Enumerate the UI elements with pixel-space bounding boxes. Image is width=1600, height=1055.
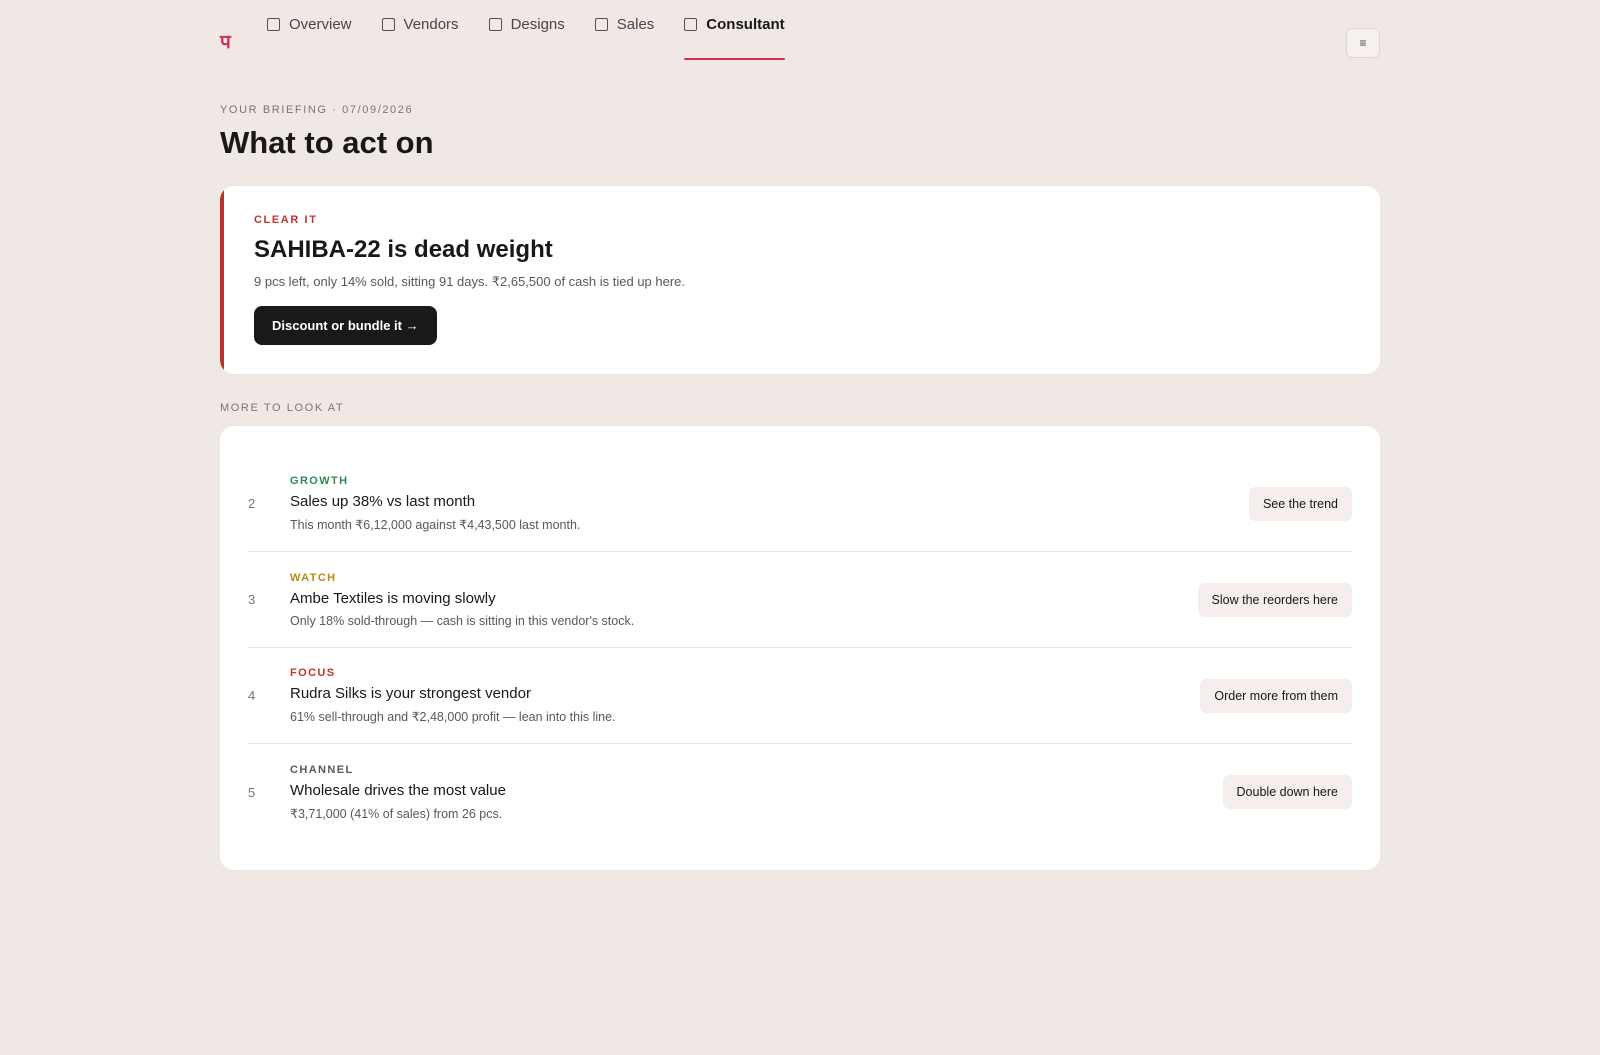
list-item: 3 WATCH Ambe Textiles is moving slowly O… — [248, 552, 1352, 648]
item-number: 3 — [248, 592, 256, 607]
item-body: FOCUS Rudra Silks is your strongest vend… — [290, 667, 1200, 724]
checkbox-icon — [381, 17, 395, 31]
item-body: CHANNEL Wholesale drives the most value … — [290, 764, 1223, 821]
tab-vendors[interactable]: Vendors — [381, 0, 459, 60]
item-description: Only 18% sold-through — cash is sitting … — [290, 613, 635, 628]
hero-action-card: CLEAR IT SAHIBA-22 is dead weight 9 pcs … — [220, 186, 1380, 374]
item-tag: FOCUS — [290, 667, 336, 679]
tab-label: Consultant — [706, 15, 785, 33]
menu-button[interactable]: ≡ — [1346, 28, 1380, 58]
item-number: 4 — [248, 688, 256, 703]
page: प Overview Vendors Designs Sales Consult… — [220, 0, 1380, 870]
order-more-button[interactable]: Order more from them — [1200, 678, 1352, 713]
list-item: 4 FOCUS Rudra Silks is your strongest ve… — [248, 648, 1352, 744]
hero-title: SAHIBA-22 is dead weight — [254, 236, 553, 263]
checkbox-icon — [594, 17, 608, 31]
item-description: ₹3,71,000 (41% of sales) from 26 pcs. — [290, 806, 503, 821]
page-title: What to act on — [220, 125, 434, 160]
hero-tag: CLEAR IT — [254, 214, 318, 226]
insights-list: 2 GROWTH Sales up 38% vs last month This… — [220, 426, 1380, 870]
double-down-button[interactable]: Double down here — [1222, 775, 1352, 809]
see-trend-button[interactable]: See the trend — [1248, 486, 1352, 521]
briefing-date: YOUR BRIEFING · 07/09/2026 — [220, 104, 414, 116]
tab-label: Vendors — [403, 15, 459, 33]
tab-label: Designs — [510, 15, 565, 33]
list-item: 5 CHANNEL Wholesale drives the most valu… — [248, 744, 1352, 840]
slow-reorders-button[interactable]: Slow the reorders here — [1197, 582, 1352, 617]
tab-consultant[interactable]: Consultant — [684, 0, 785, 60]
nav-tabs: Overview Vendors Designs Sales Consultan… — [267, 0, 815, 60]
tab-label: Sales — [616, 15, 655, 33]
item-number: 5 — [248, 784, 256, 800]
tab-label: Overview — [289, 15, 352, 33]
checkbox-icon — [267, 17, 280, 31]
item-title: Rudra Silks is your strongest vendor — [290, 685, 531, 702]
item-body: WATCH Ambe Textiles is moving slowly Onl… — [290, 572, 1198, 628]
tab-designs[interactable]: Designs — [488, 0, 565, 60]
item-tag: WATCH — [290, 571, 337, 584]
item-tag: GROWTH — [290, 475, 349, 487]
tab-sales[interactable]: Sales — [594, 0, 655, 60]
item-title: Sales up 38% vs last month — [290, 493, 476, 510]
discount-or-bundle-button[interactable]: Discount or bundle it → — [254, 306, 437, 345]
item-body: GROWTH Sales up 38% vs last month This m… — [290, 475, 1249, 532]
list-item: 2 GROWTH Sales up 38% vs last month This… — [248, 456, 1352, 552]
checkbox-icon — [488, 17, 502, 31]
checkbox-icon — [684, 17, 698, 31]
hamburger-icon: ≡ — [1359, 36, 1367, 50]
section-label: MORE TO LOOK AT — [220, 402, 345, 414]
item-description: 61% sell-through and ₹2,48,000 profit — … — [290, 710, 616, 724]
item-tag: CHANNEL — [290, 763, 354, 776]
item-title: Ambe Textiles is moving slowly — [290, 589, 496, 607]
hero-description: 9 pcs left, only 14% sold, sitting 91 da… — [254, 274, 686, 289]
item-title: Wholesale drives the most value — [290, 781, 506, 799]
top-nav: प Overview Vendors Designs Sales Consult… — [220, 0, 1380, 60]
tab-overview[interactable]: Overview — [267, 0, 352, 60]
item-description: This month ₹6,12,000 against ₹4,43,500 l… — [290, 518, 581, 532]
item-number: 2 — [248, 496, 256, 511]
brand-logo-icon[interactable]: प — [220, 32, 231, 52]
